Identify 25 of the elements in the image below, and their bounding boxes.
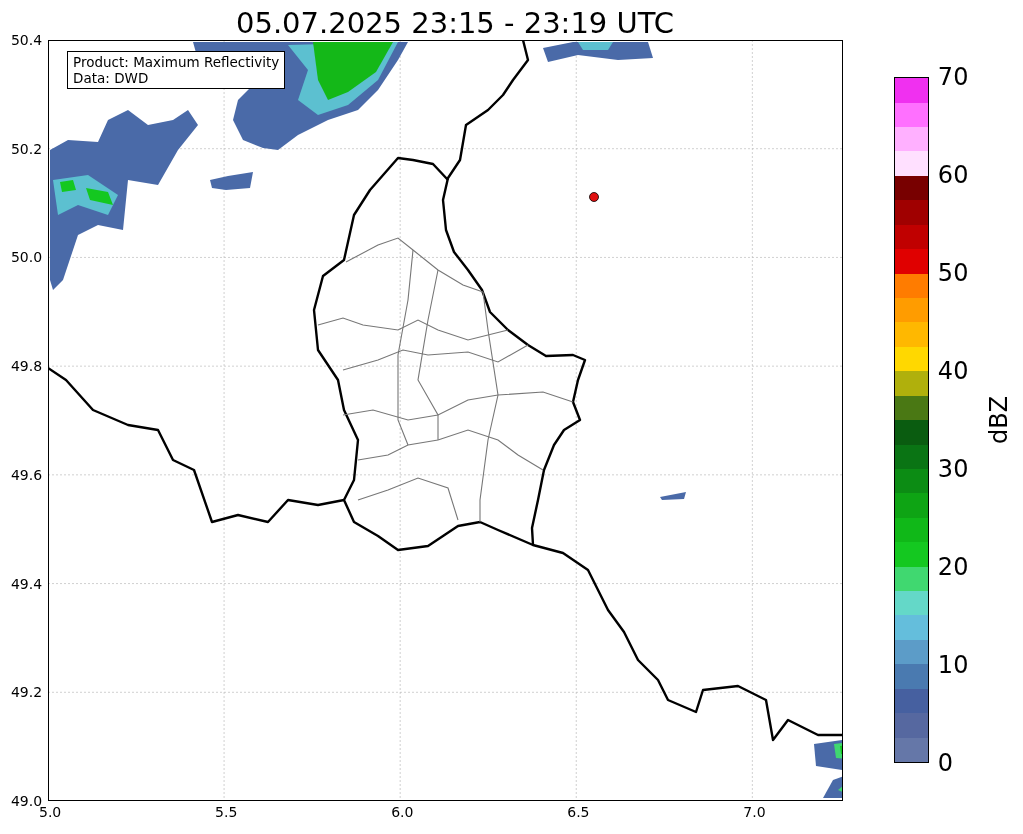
y-tick-label: 50.2 bbox=[10, 140, 43, 157]
y-tick-label: 49.4 bbox=[10, 575, 43, 592]
colorbar-tick-label: 30 bbox=[937, 456, 969, 482]
info-text: Product: Maximum Reflectivity bbox=[73, 54, 280, 70]
info-text: Data: DWD bbox=[73, 70, 150, 86]
colorbar-tick-label: 10 bbox=[937, 652, 969, 678]
location-marker bbox=[589, 192, 599, 202]
y-tick-label: 50.0 bbox=[10, 249, 43, 266]
x-tick-label: 5.5 bbox=[215, 804, 238, 820]
colorbar-tick-label: 50 bbox=[937, 260, 969, 286]
colorbar-tick-label: 0 bbox=[937, 750, 954, 776]
y-tick-label: 49.6 bbox=[10, 466, 43, 483]
x-tick-label: 7.0 bbox=[743, 804, 766, 820]
y-tick-label: 50.4 bbox=[10, 32, 43, 48]
colorbar-tick-label: 60 bbox=[937, 162, 969, 188]
colorbar-label: dBZ bbox=[984, 395, 1013, 445]
y-tick-label: 49.2 bbox=[10, 684, 43, 701]
radar-echo bbox=[660, 492, 687, 500]
colorbar-tick-label: 40 bbox=[937, 358, 969, 384]
x-tick-label: 6.5 bbox=[567, 804, 590, 820]
chart-title: 05.07.2025 23:15 - 23:19 UTC bbox=[236, 6, 674, 40]
y-tick-label: 49.8 bbox=[10, 358, 43, 375]
colorbar-tick-label: 20 bbox=[937, 554, 969, 580]
colorbar-tick-label: 70 bbox=[937, 64, 969, 90]
x-tick-label: 6.0 bbox=[391, 804, 414, 820]
